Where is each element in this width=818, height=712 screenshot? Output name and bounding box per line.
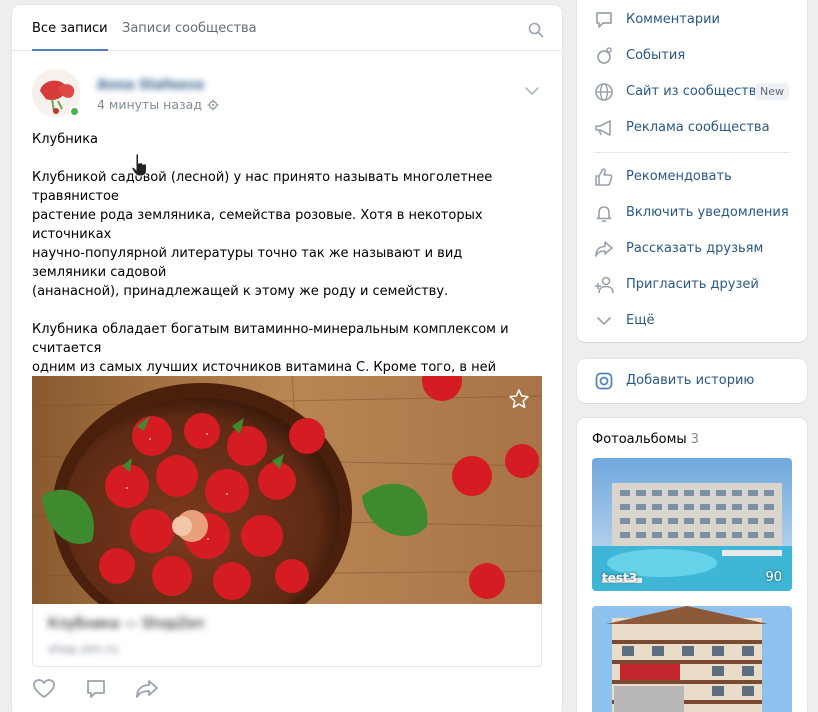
menu-item-events[interactable]: События — [577, 38, 807, 74]
menu-item-ads[interactable]: Реклама сообщества — [577, 110, 807, 146]
online-indicator — [69, 106, 80, 117]
link-snippet[interactable]: Клубника — ShopZen shop.zen.ru — [32, 604, 542, 667]
tab-community-posts[interactable]: Записи сообщества — [122, 5, 257, 51]
chevron-down-icon[interactable] — [524, 81, 540, 100]
hand-cursor-icon — [130, 153, 150, 181]
comment-icon[interactable] — [84, 677, 108, 705]
share-icon[interactable] — [134, 677, 160, 705]
album-count: 90 — [765, 570, 782, 585]
albums-header[interactable]: Фотоальбомы 3 — [592, 432, 699, 447]
star-icon[interactable] — [508, 388, 530, 414]
albums-title: Фотоальбомы — [592, 432, 687, 447]
menu-item-recommend[interactable]: Рекомендовать — [577, 159, 807, 195]
post-time-text: 4 минуты назад — [97, 97, 202, 112]
menu-item-invite[interactable]: Пригласить друзей — [577, 267, 807, 303]
post-title: Клубника — [32, 132, 99, 147]
album-name: test3 — [602, 571, 638, 585]
events-icon — [594, 46, 614, 66]
link-title[interactable]: Клубника — ShopZen — [48, 616, 204, 632]
search-icon[interactable] — [528, 22, 544, 38]
post-paragraph-1: Клубникой садовой (лесной) у нас принято… — [32, 170, 493, 299]
menu-divider — [594, 152, 790, 153]
add-story-button[interactable]: Добавить историю — [577, 363, 807, 399]
menu-item-label: События — [626, 48, 686, 63]
menu-item-label: Рассказать друзьям — [626, 241, 764, 256]
menu-item-share[interactable]: Рассказать друзьям — [577, 231, 807, 267]
menu-item-comments[interactable]: Комментарии — [577, 2, 807, 38]
comment-icon — [594, 10, 614, 30]
link-domain: shop.zen.ru — [48, 642, 119, 656]
post-time[interactable]: 4 минуты назад — [97, 97, 219, 114]
new-badge: New — [755, 83, 789, 100]
camera-icon — [594, 371, 614, 391]
menu-item-label: Сайт из сообщества — [626, 84, 765, 99]
share-icon — [594, 239, 614, 259]
chevron-down-icon — [594, 311, 614, 331]
post-header: Anna Stafeeva 4 минуты назад — [32, 69, 542, 119]
tab-all-posts[interactable]: Все записи — [32, 5, 108, 51]
album-thumbnail[interactable]: test3 90 — [592, 458, 792, 591]
album-thumbnail[interactable] — [592, 606, 792, 712]
wall-card: Все записи Записи сообщества Anna Stafee… — [12, 5, 562, 712]
community-menu: Комментарии События Сайт из сообщества N… — [577, 0, 807, 342]
menu-item-site[interactable]: Сайт из сообщества New — [577, 74, 807, 110]
menu-item-label: Рекомендовать — [626, 169, 732, 184]
menu-item-label: Включить уведомления — [626, 205, 789, 220]
post-author[interactable]: Anna Stafeeva — [97, 78, 204, 93]
photo-albums-card: Фотоальбомы 3 test3 90 — [577, 418, 807, 712]
albums-count: 3 — [690, 432, 699, 447]
menu-item-label: Комментарии — [626, 12, 720, 27]
add-user-icon — [594, 275, 614, 295]
post-photo[interactable] — [32, 376, 542, 604]
menu-item-label: Пригласить друзей — [626, 277, 759, 292]
menu-item-more[interactable]: Ещё — [577, 303, 807, 339]
gear-icon[interactable] — [207, 99, 219, 114]
like-icon[interactable] — [32, 677, 56, 705]
add-story-card: Добавить историю — [577, 359, 807, 403]
thumbs-up-icon — [594, 167, 614, 187]
menu-item-label: Ещё — [626, 313, 655, 328]
add-story-label: Добавить историю — [626, 373, 755, 388]
menu-item-notify[interactable]: Включить уведомления — [577, 195, 807, 231]
menu-item-label: Реклама сообщества — [626, 120, 770, 135]
globe-icon — [594, 82, 614, 102]
megaphone-icon — [594, 118, 614, 138]
bell-icon — [594, 203, 614, 223]
wall-tabs: Все записи Записи сообщества — [12, 5, 562, 51]
